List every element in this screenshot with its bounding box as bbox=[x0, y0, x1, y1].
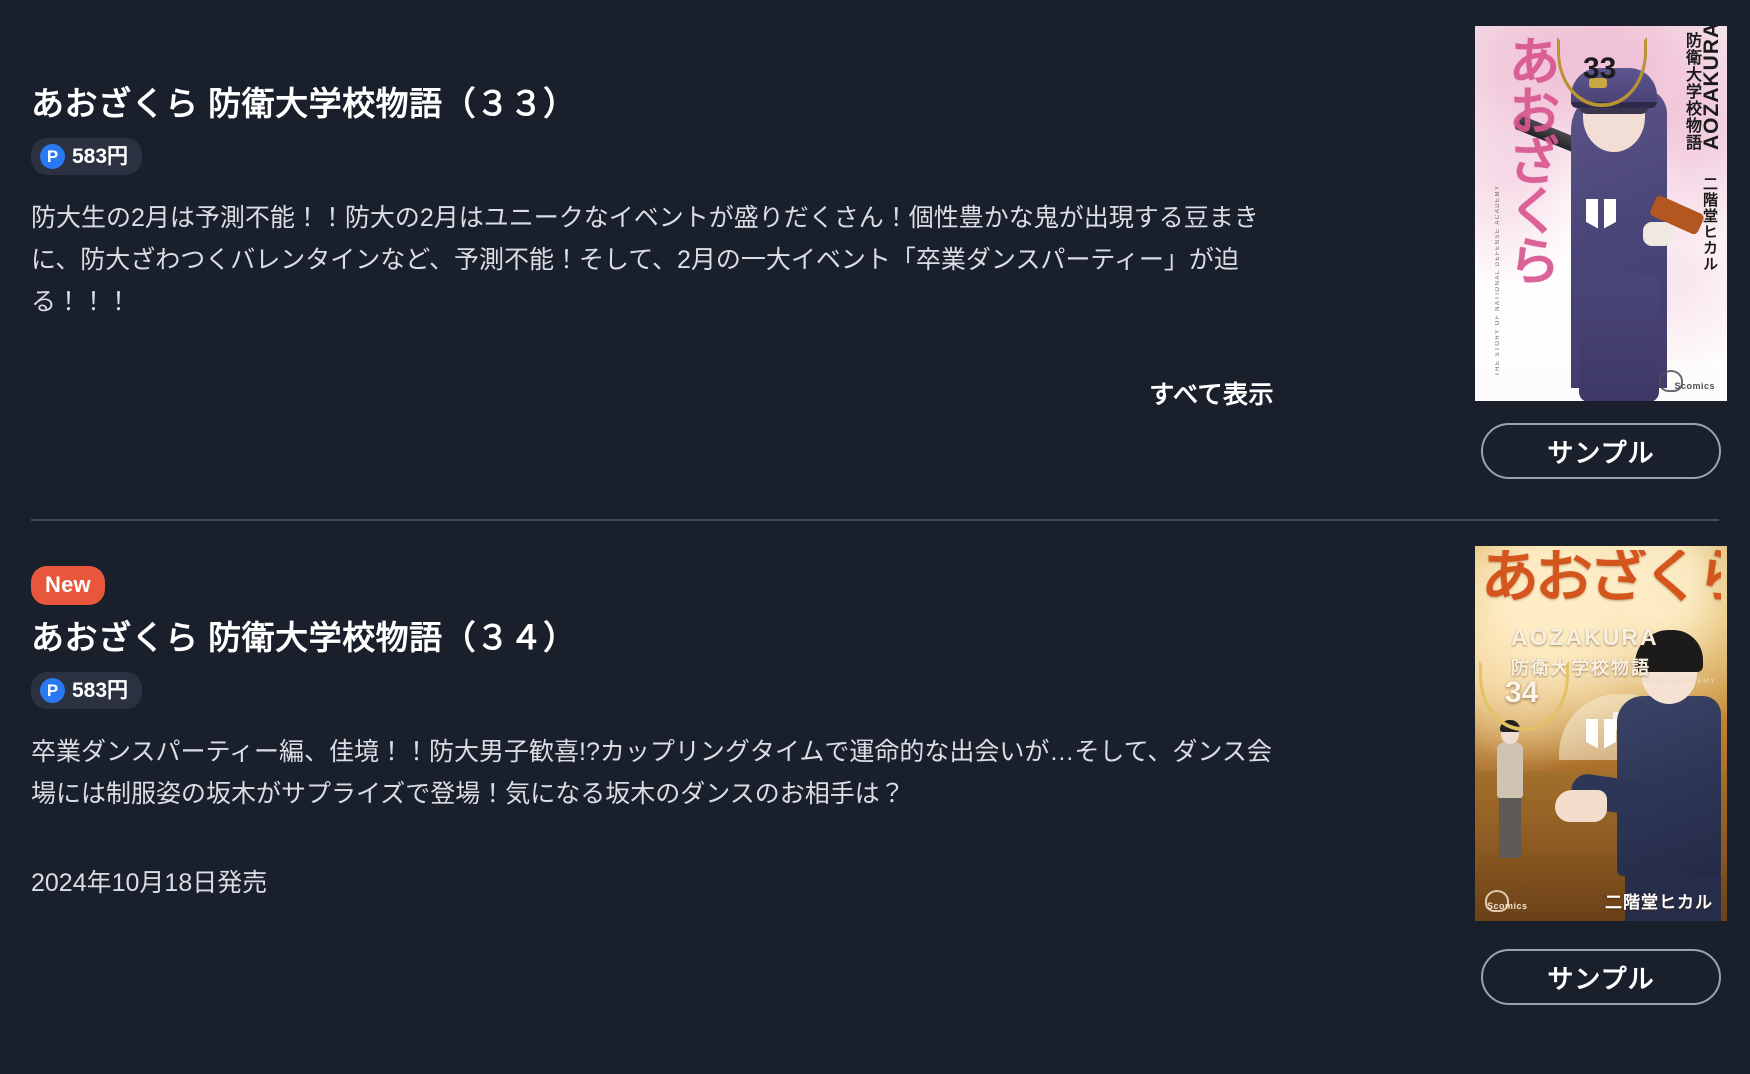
book-info-column: New あおざくら 防衛大学校物語（３４） P 583円 卒業ダンスパーティー編… bbox=[0, 520, 1475, 899]
book-description: 防大生の2月は予測不能！！防大の2月はユニークなイベントが盛りだくさん！個性豊か… bbox=[31, 204, 1259, 317]
price-badge: P 583円 bbox=[31, 672, 143, 710]
new-badge-row: New bbox=[31, 566, 1445, 617]
cover-title-block: AOZAKURA 防衛大学校物語 bbox=[1682, 26, 1723, 151]
cover-figure-legs bbox=[1579, 274, 1659, 401]
cover-volume-label: 33 bbox=[1583, 52, 1617, 85]
point-icon: P bbox=[40, 144, 65, 170]
book-list-item: あおざくら 防衛大学校物語（３３） P 583円 防大生の2月は予測不能！！防大… bbox=[0, 0, 1750, 520]
show-all-link[interactable]: すべて表示 bbox=[1149, 375, 1274, 411]
book-title[interactable]: あおざくら 防衛大学校物語（３３） bbox=[31, 83, 1445, 124]
cover-jp-subtitle: 防衛大学校物語 bbox=[1683, 32, 1700, 151]
cover-volume-label: 34 bbox=[1505, 676, 1539, 709]
cover-tagline: THE STORY OF NATIONAL DEFENSE ACADEMY bbox=[1495, 184, 1501, 376]
sample-button[interactable]: サンプル bbox=[1481, 423, 1721, 479]
price-label: 583円 bbox=[72, 145, 129, 169]
cover-volume-number: 33 bbox=[1557, 37, 1647, 107]
price-label: 583円 bbox=[72, 679, 129, 703]
price-badge: P 583円 bbox=[31, 138, 143, 176]
cover-left-figure-body bbox=[1497, 742, 1523, 798]
book-cover-thumbnail[interactable]: あおざくら AOZAKURA 防衛大学校物語 二階堂ヒカル THE STORY … bbox=[1475, 26, 1727, 401]
cover-watermark-icon bbox=[1586, 198, 1616, 229]
cover-figure-glove bbox=[1643, 222, 1673, 246]
book-info-column: あおざくら 防衛大学校物語（３３） P 583円 防大生の2月は予測不能！！防大… bbox=[0, 0, 1475, 411]
new-badge: New bbox=[31, 566, 105, 605]
sample-button[interactable]: サンプル bbox=[1481, 949, 1721, 1005]
cover-latin-title: AOZAKURA bbox=[1700, 26, 1723, 150]
book-list-item: New あおざくら 防衛大学校物語（３４） P 583円 卒業ダンスパーティー編… bbox=[0, 520, 1750, 1074]
cover-watermark-icon bbox=[1586, 718, 1616, 749]
cover-author: 二階堂ヒカル bbox=[1605, 893, 1713, 912]
cover-imprint: Scomics bbox=[1674, 381, 1715, 391]
cover-left-figure-legs bbox=[1499, 796, 1521, 858]
point-icon: P bbox=[40, 678, 65, 704]
cover-latin-title: AOZAKURA bbox=[1511, 624, 1659, 650]
book-cover-thumbnail[interactable]: あおざくら AOZAKURA 防衛大学校物語 THE STORY OF NATI… bbox=[1475, 546, 1727, 921]
show-all-row: すべて表示 bbox=[31, 375, 1274, 411]
book-cover-column: あおざくら AOZAKURA 防衛大学校物語 THE STORY OF NATI… bbox=[1475, 520, 1750, 1005]
cover-main-figure-hand bbox=[1555, 790, 1607, 822]
release-date: 2024年10月18日発売 bbox=[31, 869, 268, 898]
cover-imprint: Scomics bbox=[1487, 901, 1528, 911]
cover-author: 二階堂ヒカル bbox=[1701, 176, 1718, 272]
book-title[interactable]: あおざくら 防衛大学校物語（３４） bbox=[31, 617, 1445, 658]
cover-brush-title: あおざくら bbox=[1500, 34, 1558, 284]
book-description: 卒業ダンスパーティー編、佳境！！防大男子歓喜!?カップリングタイムで運命的な出会… bbox=[31, 738, 1272, 809]
book-cover-column: あおざくら AOZAKURA 防衛大学校物語 二階堂ヒカル THE STORY … bbox=[1475, 0, 1750, 479]
cover-volume-number: 34 bbox=[1479, 661, 1569, 731]
book-list-page: あおざくら 防衛大学校物語（３３） P 583円 防大生の2月は予測不能！！防大… bbox=[0, 0, 1750, 1074]
